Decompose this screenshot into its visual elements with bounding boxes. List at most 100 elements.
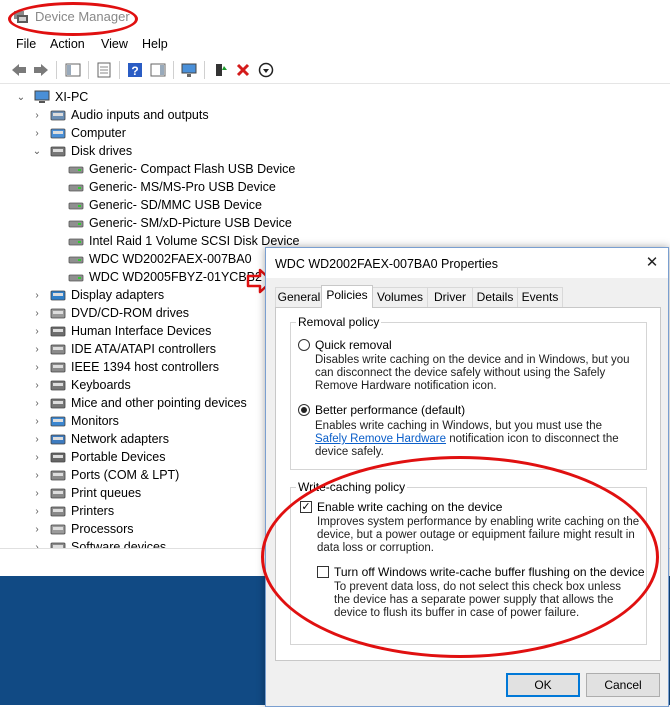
tree-category-label: Mice and other pointing devices (71, 396, 247, 410)
tree-category-label: Printers (71, 504, 115, 518)
display-icon (50, 288, 66, 302)
tree-device[interactable]: WDC WD2002FAEX-007BA0 (68, 250, 252, 268)
tree-category[interactable]: › Human Interface Devices (32, 322, 211, 340)
port-icon (50, 468, 66, 482)
tree-category[interactable]: › Software devices (32, 538, 166, 548)
processor-icon (50, 522, 66, 536)
chevron-right-icon[interactable]: › (32, 398, 42, 409)
disk-drive-icon (68, 234, 84, 248)
disk-drive-icon (68, 252, 84, 266)
tree-category[interactable]: › Computer (32, 124, 126, 142)
speaker-icon (50, 108, 66, 122)
menu-help[interactable]: Help (142, 37, 168, 51)
disk-drive-icon (68, 216, 84, 230)
tree-category-label: IDE ATA/ATAPI controllers (71, 342, 216, 356)
better-performance-label[interactable]: Better performance (default) (315, 403, 465, 417)
ok-button[interactable]: OK (506, 673, 580, 697)
chevron-right-icon[interactable]: › (32, 290, 42, 301)
tree-category[interactable]: › Printers (32, 502, 114, 520)
tree-device-label: Generic- Compact Flash USB Device (89, 162, 296, 176)
dialog-title: WDC WD2002FAEX-007BA0 Properties (275, 257, 499, 271)
show-hide-tree-icon[interactable] (64, 61, 82, 79)
tree-category[interactable]: › Print queues (32, 484, 141, 502)
disable-device-icon[interactable] (257, 61, 275, 79)
menu-file[interactable]: File (16, 37, 36, 51)
back-icon[interactable] (10, 61, 28, 79)
quick-removal-radio[interactable] (298, 339, 310, 351)
tree-root-label: XI-PC (55, 90, 89, 104)
menu-view[interactable]: View (101, 37, 128, 51)
tree-device[interactable]: Generic- MS/MS-Pro USB Device (68, 178, 276, 196)
chevron-right-icon[interactable]: › (32, 380, 42, 391)
tree-category-label: Display adapters (71, 288, 165, 302)
tree-device[interactable]: Generic- SD/MMC USB Device (68, 196, 262, 214)
chevron-right-icon[interactable]: › (32, 434, 42, 445)
tab-volumes[interactable]: Volumes (372, 287, 428, 307)
tree-category[interactable]: ⌄ Disk drives (32, 142, 132, 160)
tab-details[interactable]: Details (472, 287, 518, 307)
quick-removal-description: Disables write caching on the device and… (315, 354, 630, 392)
chevron-right-icon[interactable]: › (32, 344, 42, 355)
tree-category[interactable]: › Processors (32, 520, 133, 538)
forward-icon[interactable] (32, 61, 50, 79)
tree-category[interactable]: › IDE ATA/ATAPI controllers (32, 340, 216, 358)
help-icon[interactable]: ? (126, 61, 144, 79)
chevron-right-icon[interactable]: › (32, 362, 42, 373)
tree-category[interactable]: › Monitors (32, 412, 119, 430)
tree-category[interactable]: › Display adapters (32, 286, 164, 304)
chevron-right-icon[interactable]: › (32, 416, 42, 427)
tree-category[interactable]: › IEEE 1394 host controllers (32, 358, 219, 376)
tab-policies[interactable]: Policies (321, 285, 373, 308)
tree-device[interactable]: Generic- Compact Flash USB Device (68, 160, 295, 178)
uninstall-icon[interactable] (234, 61, 252, 79)
chevron-down-icon[interactable]: ⌄ (16, 92, 26, 103)
chevron-right-icon[interactable]: › (32, 524, 42, 535)
cancel-button[interactable]: Cancel (586, 673, 660, 697)
better-performance-radio[interactable] (298, 404, 310, 416)
tree-category[interactable]: › Mice and other pointing devices (32, 394, 247, 412)
scan-hardware-icon[interactable] (180, 61, 198, 79)
monitor-icon (50, 414, 66, 428)
menu-action[interactable]: Action (50, 37, 85, 51)
chevron-down-icon[interactable]: ⌄ (32, 146, 42, 157)
tree-category[interactable]: › Portable Devices (32, 448, 165, 466)
tab-driver[interactable]: Driver (427, 287, 473, 307)
software-icon (50, 540, 66, 548)
tree-device[interactable]: WDC WD2005FBYZ-01YCBB2 (68, 268, 262, 286)
action-pane-icon[interactable] (149, 61, 167, 79)
chevron-right-icon[interactable]: › (32, 488, 42, 499)
chevron-right-icon[interactable]: › (32, 308, 42, 319)
printer-icon (50, 504, 66, 518)
tree-category[interactable]: › Network adapters (32, 430, 169, 448)
tree-category-label: Software devices (71, 540, 167, 548)
tree-category-label: IEEE 1394 host controllers (71, 360, 219, 374)
chevron-right-icon[interactable]: › (32, 110, 42, 121)
safely-remove-hardware-link[interactable]: Safely Remove Hardware (315, 433, 446, 445)
tree-device-label: WDC WD2005FBYZ-01YCBB2 (89, 270, 262, 284)
tree-device-label: Generic- SM/xD-Picture USB Device (89, 216, 292, 230)
tree-device-label: Intel Raid 1 Volume SCSI Disk Device (89, 234, 300, 248)
chevron-right-icon[interactable]: › (32, 128, 42, 139)
close-icon[interactable]: ✕ (642, 253, 662, 273)
chevron-right-icon[interactable]: › (32, 452, 42, 463)
chevron-right-icon[interactable]: › (32, 506, 42, 517)
tab-events[interactable]: Events (517, 287, 563, 307)
tree-category[interactable]: › Keyboards (32, 376, 131, 394)
toolbar-separator (56, 61, 57, 79)
tree-category-label: Keyboards (71, 378, 131, 392)
properties-icon[interactable] (95, 61, 113, 79)
tree-device[interactable]: Generic- SM/xD-Picture USB Device (68, 214, 292, 232)
chevron-right-icon[interactable]: › (32, 326, 42, 337)
print-queue-icon (50, 486, 66, 500)
tree-category[interactable]: › Ports (COM & LPT) (32, 466, 179, 484)
tree-category-label: Network adapters (71, 432, 169, 446)
tree-category-label: Human Interface Devices (71, 324, 212, 338)
chevron-right-icon[interactable]: › (32, 470, 42, 481)
svg-text:?: ? (131, 64, 138, 78)
update-driver-icon[interactable] (211, 61, 229, 79)
tree-root[interactable]: ⌄ XI-PC (16, 88, 89, 106)
quick-removal-label[interactable]: Quick removal (315, 338, 392, 352)
tab-general[interactable]: General (275, 287, 323, 307)
tree-category[interactable]: › Audio inputs and outputs (32, 106, 208, 124)
tree-category[interactable]: › DVD/CD-ROM drives (32, 304, 189, 322)
